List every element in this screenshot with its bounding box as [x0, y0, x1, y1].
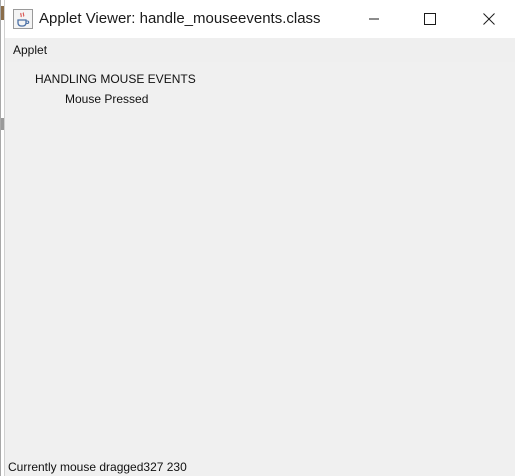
background-window-mark [1, 118, 4, 130]
applet-canvas[interactable]: HANDLING MOUSE EVENTS Mouse Pressed Curr… [5, 62, 515, 476]
close-button[interactable] [466, 0, 512, 38]
close-icon [483, 13, 495, 25]
window-title: Applet Viewer: handle_mouseevents.class [39, 10, 321, 27]
minimize-icon [369, 18, 379, 20]
maximize-icon [424, 13, 436, 25]
java-coffee-cup-icon [13, 9, 33, 29]
applet-viewer-window: Applet Viewer: handle_mouseevents.class … [0, 0, 515, 476]
minimize-button[interactable] [351, 0, 397, 38]
title-bar[interactable]: Applet Viewer: handle_mouseevents.class [5, 0, 515, 38]
background-window-mark [1, 6, 4, 20]
applet-status-text: Currently mouse dragged327 230 [8, 460, 187, 474]
mouse-event-message: Mouse Pressed [65, 92, 149, 106]
menu-bar: Applet [5, 38, 515, 62]
menu-applet[interactable]: Applet [13, 43, 47, 57]
maximize-button[interactable] [407, 0, 453, 38]
applet-heading: HANDLING MOUSE EVENTS [35, 72, 196, 86]
